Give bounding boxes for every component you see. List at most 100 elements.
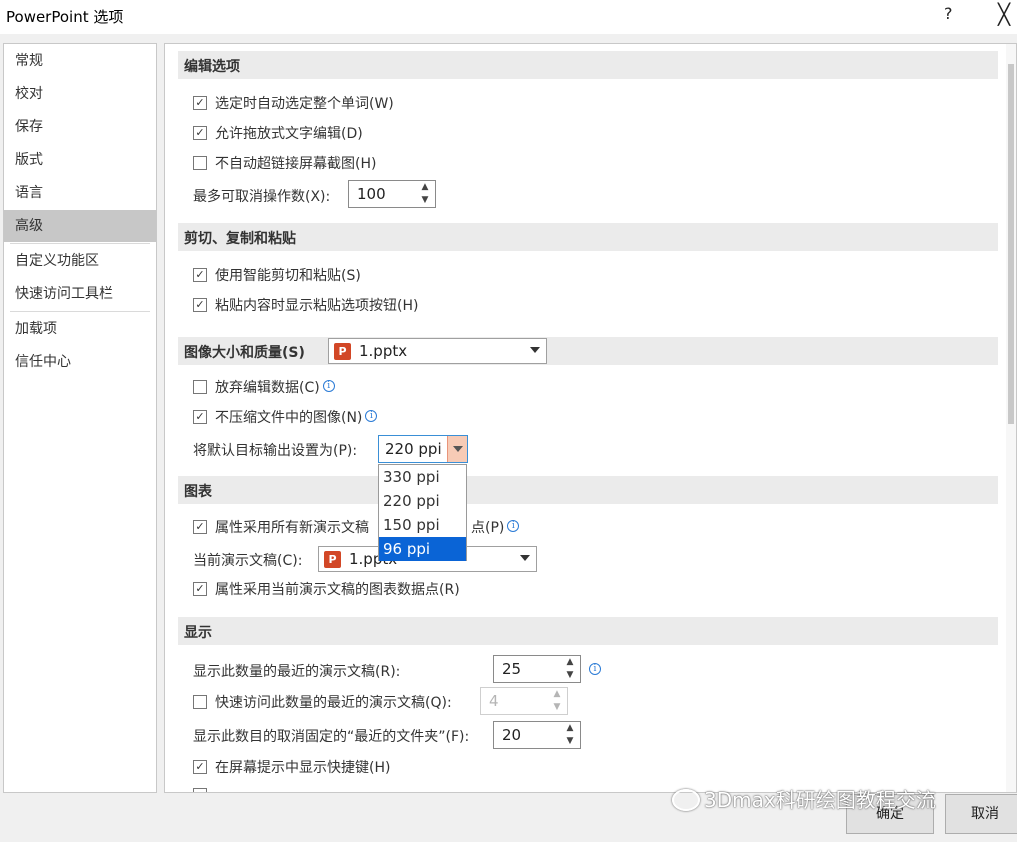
checkbox-drag-drop[interactable]: ✓ <box>193 126 207 140</box>
stepper-up-icon[interactable]: ▲ <box>563 656 577 669</box>
vertical-scrollbar[interactable] <box>1006 44 1016 792</box>
section-title: 图像大小和质量(S) <box>184 345 305 361</box>
checkbox-quick-access-recent[interactable] <box>193 695 207 709</box>
nav-item-proofing[interactable]: 校对 <box>4 78 156 110</box>
cancel-button[interactable]: 取消 <box>945 794 1017 834</box>
label-select-word: 选定时自动选定整个单词(W) <box>215 96 394 112</box>
section-editing: 编辑选项 <box>178 51 998 79</box>
label-current-presentation: 当前演示文稿(C): <box>193 553 303 569</box>
quick-access-stepper: 4 ▲ ▼ <box>480 687 568 715</box>
stepper-value: 100 <box>357 185 386 203</box>
ppi-option[interactable]: 330 ppi <box>379 465 466 489</box>
discard-label-text: 放弃编辑数据(C) <box>215 380 320 396</box>
checkbox-discard-editing-data[interactable] <box>193 380 207 394</box>
label-show-paste-options: 粘贴内容时显示粘贴选项按钮(H) <box>215 298 419 314</box>
chart-all-new-suffix-text: 点(P) <box>471 520 505 536</box>
label-discard-editing-data: 放弃编辑数据(C) i <box>215 377 335 397</box>
section-image-quality: 图像大小和质量(S) <box>178 337 998 365</box>
info-icon[interactable]: i <box>365 410 378 422</box>
ppi-option[interactable]: 150 ppi <box>379 513 466 537</box>
chevron-down-icon <box>520 555 530 561</box>
label-undo-count: 最多可取消操作数(X): <box>193 189 331 205</box>
section-title: 剪切、复制和粘贴 <box>184 231 296 247</box>
label-default-target-output: 将默认目标输出设置为(P): <box>193 443 358 459</box>
label-recent-folders: 显示此数目的取消固定的“最近的文件夹”(F): <box>193 729 470 745</box>
label-recent-presentations: 显示此数量的最近的演示文稿(R): <box>193 664 401 680</box>
title-bar: PowerPoint 选项 ? ╳ <box>0 0 1017 34</box>
nav-divider <box>10 243 150 244</box>
nav-item-save[interactable]: 保存 <box>4 111 156 143</box>
ppi-dropdown-list: 330 ppi 220 ppi 150 ppi 96 ppi <box>378 464 467 561</box>
label-chart-current-points: 属性采用当前演示文稿的图表数据点(R) <box>215 582 460 598</box>
checkbox-chart-all-new[interactable]: ✓ <box>193 520 207 534</box>
label-no-compress: 不压缩文件中的图像(N) i <box>215 407 378 427</box>
stepper-down-icon[interactable]: ▼ <box>418 194 432 207</box>
stepper-up-icon[interactable]: ▲ <box>418 181 432 194</box>
options-nav: 常规 校对 保存 版式 语言 高级 自定义功能区 快速访问工具栏 加载项 信任中… <box>3 43 157 793</box>
nav-item-customize-ribbon[interactable]: 自定义功能区 <box>4 245 156 277</box>
watermark: 3Dmax科研绘图教程交流 <box>672 784 936 813</box>
label-show-shortcut-keys: 在屏幕提示中显示快捷键(H) <box>215 760 391 776</box>
checkbox-partially-visible[interactable] <box>193 788 207 792</box>
nav-divider <box>10 311 150 312</box>
image-file-name: 1.pptx <box>359 342 408 360</box>
ppi-dropdown-arrow-icon[interactable] <box>447 436 467 462</box>
advanced-options-panel: 编辑选项 ✓ 选定时自动选定整个单词(W) ✓ 允许拖放式文字编辑(D) 不自动… <box>164 43 1017 793</box>
stepper-up-icon: ▲ <box>553 689 561 699</box>
stepper-down-icon: ▼ <box>553 702 561 712</box>
stepper-value: 25 <box>502 660 522 678</box>
section-title: 图表 <box>184 484 212 500</box>
label-drag-drop: 允许拖放式文字编辑(D) <box>215 126 363 142</box>
stepper-value: 20 <box>502 726 522 744</box>
image-file-select[interactable]: P 1.pptx <box>328 338 547 364</box>
nav-item-layout[interactable]: 版式 <box>4 144 156 176</box>
chevron-down-icon <box>530 347 540 353</box>
checkbox-select-word[interactable]: ✓ <box>193 96 207 110</box>
recent-presentations-stepper[interactable]: 25 ▲ ▼ <box>493 655 581 683</box>
ppi-option[interactable]: 220 ppi <box>379 489 466 513</box>
checkbox-chart-current-points[interactable]: ✓ <box>193 582 207 596</box>
checkbox-no-hyperlink[interactable] <box>193 156 207 170</box>
watermark-text: 3Dmax科研绘图教程交流 <box>704 788 936 812</box>
nav-item-quick-access-toolbar[interactable]: 快速访问工具栏 <box>4 278 156 310</box>
nav-item-general[interactable]: 常规 <box>4 45 156 77</box>
stepper-value: 4 <box>489 692 499 710</box>
ppi-option-selected[interactable]: 96 ppi <box>379 537 466 561</box>
section-title: 编辑选项 <box>184 59 240 75</box>
nav-item-language[interactable]: 语言 <box>4 177 156 209</box>
stepper-down-icon[interactable]: ▼ <box>563 669 577 682</box>
undo-count-stepper[interactable]: 100 ▲ ▼ <box>348 180 436 208</box>
label-chart-all-new-suffix: 点(P) i <box>471 517 520 537</box>
window-title: PowerPoint 选项 <box>6 8 124 26</box>
scrollbar-thumb[interactable] <box>1008 64 1014 424</box>
info-icon[interactable]: i <box>507 520 520 532</box>
ppi-select-value: 220 ppi <box>385 440 442 458</box>
section-cut-copy-paste: 剪切、复制和粘贴 <box>178 223 998 251</box>
checkbox-no-compress[interactable]: ✓ <box>193 410 207 424</box>
label-chart-all-new: 属性采用所有新演示文稿 <box>215 520 369 536</box>
nav-item-addins[interactable]: 加载项 <box>4 313 156 345</box>
powerpoint-file-icon: P <box>334 343 351 360</box>
info-icon[interactable]: i <box>589 663 601 675</box>
ppi-select[interactable]: 220 ppi <box>378 435 468 463</box>
help-button[interactable]: ? <box>944 4 953 23</box>
wechat-icon <box>672 789 700 811</box>
info-icon[interactable]: i <box>322 380 335 392</box>
powerpoint-file-icon: P <box>324 551 341 568</box>
no-compress-label-text: 不压缩文件中的图像(N) <box>215 410 363 426</box>
stepper-up-icon[interactable]: ▲ <box>563 722 577 735</box>
checkbox-show-paste-options[interactable]: ✓ <box>193 298 207 312</box>
recent-folders-stepper[interactable]: 20 ▲ ▼ <box>493 721 581 749</box>
section-display: 显示 <box>178 617 998 645</box>
close-button[interactable]: ╳ <box>998 2 1010 26</box>
stepper-down-icon[interactable]: ▼ <box>563 735 577 748</box>
section-title: 显示 <box>184 625 212 641</box>
checkbox-show-shortcut-keys[interactable]: ✓ <box>193 760 207 774</box>
label-smart-cut-paste: 使用智能剪切和粘贴(S) <box>215 268 361 284</box>
section-chart: 图表 <box>178 476 998 504</box>
checkbox-smart-cut-paste[interactable]: ✓ <box>193 268 207 282</box>
label-no-hyperlink: 不自动超链接屏幕截图(H) <box>215 156 377 172</box>
nav-item-advanced[interactable]: 高级 <box>4 210 156 242</box>
label-quick-access-recent: 快速访问此数量的最近的演示文稿(Q): <box>215 695 452 711</box>
nav-item-trust-center[interactable]: 信任中心 <box>4 346 156 378</box>
